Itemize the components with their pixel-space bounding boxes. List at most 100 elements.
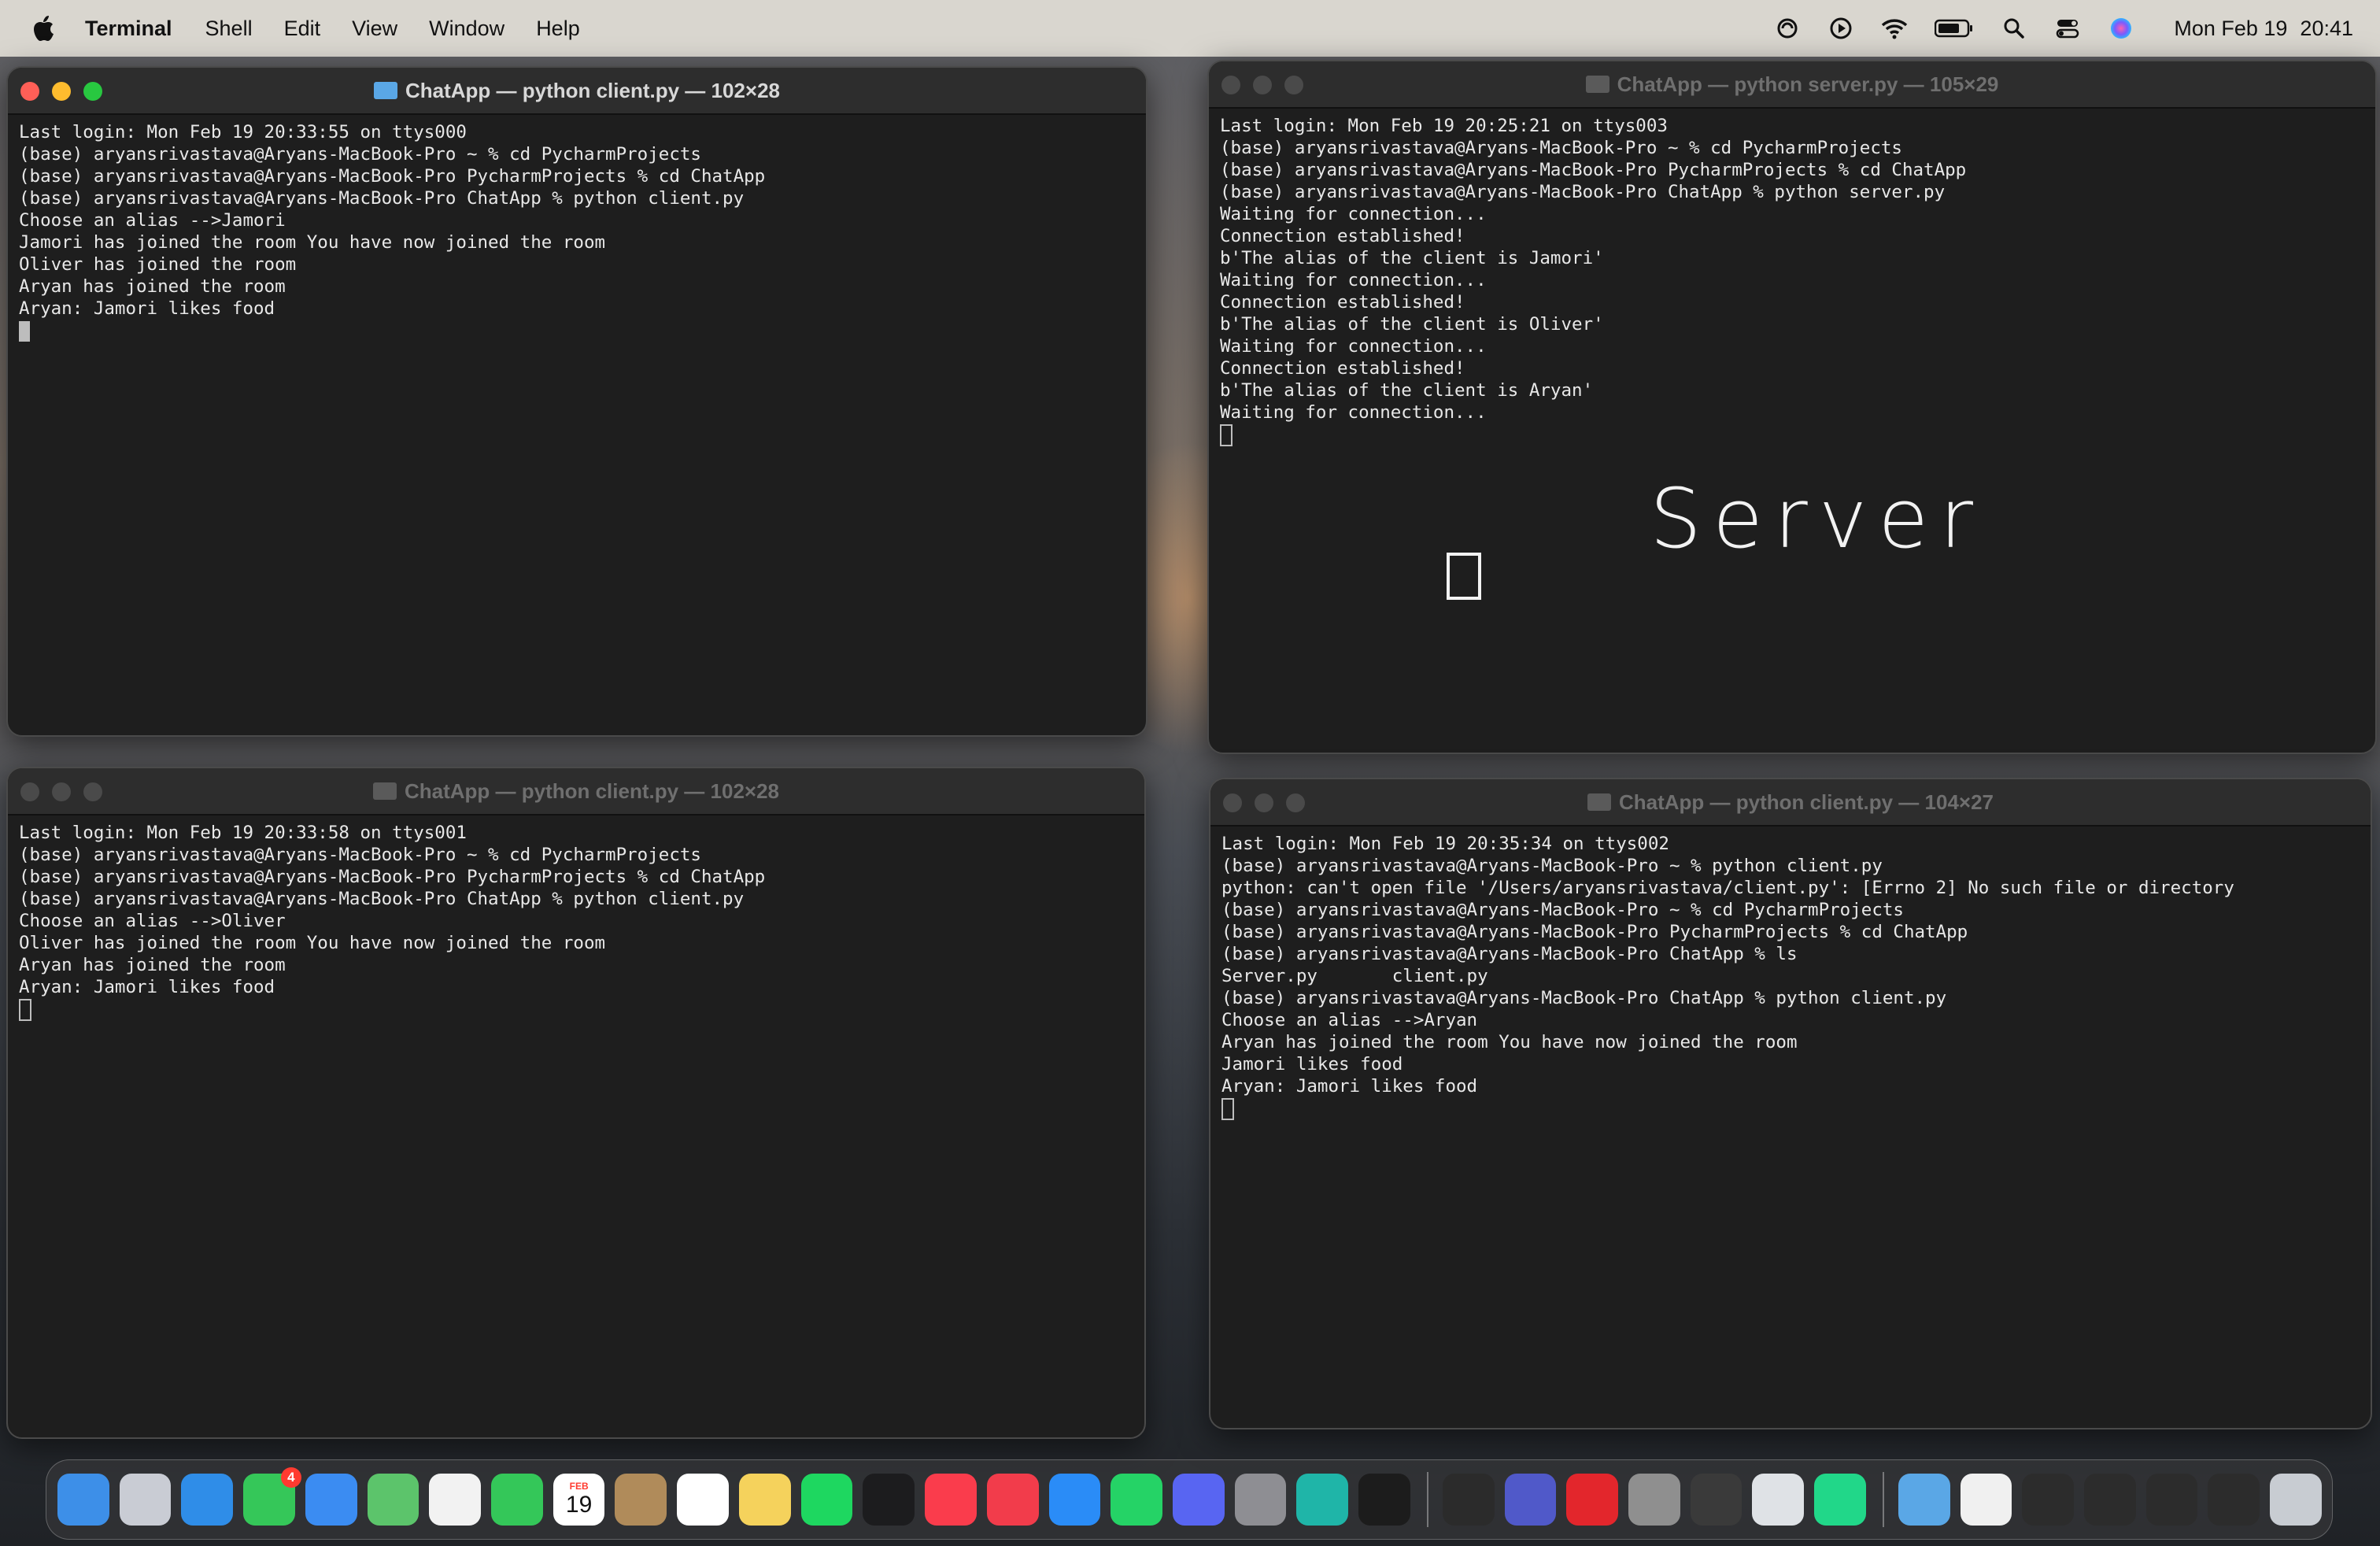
minimize-button[interactable]: [52, 82, 71, 101]
finder-icon[interactable]: [57, 1474, 109, 1526]
minimize-button[interactable]: [52, 782, 71, 801]
folder-icon: [373, 82, 397, 99]
teams-icon[interactable]: [1504, 1474, 1557, 1526]
terminal-window-aryan[interactable]: ChatApp — python client.py — 104×27 Last…: [1209, 778, 2372, 1429]
downloads-folder-icon[interactable]: [1898, 1474, 1950, 1526]
minimize-button[interactable]: [1253, 76, 1272, 94]
terminal-line: Oliver has joined the room: [19, 254, 297, 275]
document-icon[interactable]: [1960, 1474, 2012, 1526]
close-button[interactable]: [20, 782, 39, 801]
dock-separator: [1882, 1472, 1884, 1527]
terminal-content[interactable]: Last login: Mon Feb 19 20:25:21 on ttys0…: [1209, 109, 2375, 452]
font-book-icon[interactable]: [1628, 1474, 1680, 1526]
zoom-button[interactable]: [1284, 76, 1303, 94]
terminal-cursor: [19, 998, 31, 1021]
menu-edit[interactable]: Edit: [284, 17, 321, 41]
window-titlebar[interactable]: ChatApp — python client.py — 102×28: [8, 68, 1146, 115]
terminal-line: Oliver has joined the room You have now …: [19, 933, 606, 953]
whatsapp-icon[interactable]: [1111, 1474, 1162, 1526]
calendar-icon[interactable]: FEB 19: [552, 1474, 605, 1526]
contacts-icon[interactable]: [615, 1474, 667, 1526]
terminal-line: Last login: Mon Feb 19 20:33:58 on ttys0…: [19, 823, 467, 843]
terminal-line: Waiting for connection...: [1220, 402, 1487, 423]
pycharm-icon[interactable]: [1814, 1474, 1866, 1526]
terminal-content[interactable]: Last login: Mon Feb 19 20:33:55 on ttys0…: [8, 115, 1146, 348]
terminal-line: Aryan: Jamori likes food: [1221, 1076, 1478, 1097]
play-icon[interactable]: [1828, 15, 1854, 42]
maps-icon[interactable]: [367, 1474, 419, 1526]
menu-app-terminal[interactable]: Terminal: [85, 17, 172, 41]
minimize-button[interactable]: [1255, 793, 1273, 812]
window-thumbnail-icon[interactable]: [2022, 1474, 2074, 1526]
wifi-icon[interactable]: [1881, 15, 1908, 42]
messages-badge: 4: [280, 1467, 301, 1488]
terminal-window-oliver[interactable]: ChatApp — python client.py — 102×28 Last…: [6, 767, 1146, 1439]
spotify-icon[interactable]: [800, 1474, 853, 1526]
close-button[interactable]: [1223, 793, 1242, 812]
mail-icon[interactable]: [305, 1474, 357, 1526]
terminal-line: Last login: Mon Feb 19 20:25:21 on ttys0…: [1220, 116, 1668, 136]
menu-shell[interactable]: Shell: [205, 17, 253, 41]
calendar-month: FEB: [569, 1481, 589, 1492]
launchpad-icon[interactable]: [119, 1474, 172, 1526]
zoom-button[interactable]: [83, 82, 102, 101]
terminal-line: Connection established!: [1220, 358, 1465, 379]
terminal-line: (base) aryansrivastava@Aryans-MacBook-Pr…: [19, 144, 701, 165]
terminal-icon[interactable]: [1442, 1474, 1495, 1526]
terminal-line: b'The alias of the client is Aryan': [1220, 380, 1594, 401]
menu-help[interactable]: Help: [536, 17, 580, 41]
acrobat-icon[interactable]: [1566, 1474, 1618, 1526]
zoom-button[interactable]: [83, 782, 102, 801]
zoom-button[interactable]: [1286, 793, 1305, 812]
facetime-icon[interactable]: [491, 1474, 543, 1526]
photos-icon[interactable]: [429, 1474, 482, 1526]
window-titlebar[interactable]: ChatApp — python client.py — 104×27: [1210, 779, 2371, 827]
activity-monitor-icon[interactable]: [1690, 1474, 1743, 1526]
terminal-line: b'The alias of the client is Oliver': [1220, 314, 1604, 335]
menu-window[interactable]: Window: [429, 17, 504, 41]
window-thumbnail-icon[interactable]: [2208, 1474, 2260, 1526]
terminal-line: (base) aryansrivastava@Aryans-MacBook-Pr…: [19, 845, 701, 865]
menu-clock[interactable]: Mon Feb 19 20:41: [2161, 17, 2353, 41]
menu-view[interactable]: View: [352, 17, 397, 41]
surfshark-icon[interactable]: [1296, 1474, 1349, 1526]
search-icon[interactable]: [2001, 15, 2027, 42]
window-thumbnail-icon[interactable]: [2145, 1474, 2198, 1526]
terminal-content[interactable]: Last login: Mon Feb 19 20:33:58 on ttys0…: [8, 816, 1144, 1026]
news-icon[interactable]: [986, 1474, 1039, 1526]
window-title: ChatApp — python client.py — 102×28: [404, 779, 780, 803]
siri-icon[interactable]: [2108, 15, 2134, 42]
terminal-content[interactable]: Last login: Mon Feb 19 20:35:34 on ttys0…: [1210, 827, 2371, 1126]
server-annotation: Server: [1650, 471, 1985, 567]
messages-icon[interactable]: 4: [243, 1467, 301, 1526]
music-icon[interactable]: [925, 1474, 977, 1526]
appstore-icon[interactable]: [1048, 1474, 1101, 1526]
terminal-line: Aryan has joined the room: [19, 955, 286, 975]
intellij-icon[interactable]: [1358, 1474, 1410, 1526]
apple-icon[interactable]: [31, 13, 58, 44]
window-title: ChatApp — python server.py — 105×29: [1617, 72, 1999, 96]
terminal-line: Waiting for connection...: [1220, 270, 1487, 290]
discord-icon[interactable]: [1172, 1474, 1225, 1526]
reminders-icon[interactable]: [677, 1474, 729, 1526]
terminal-cursor: [1221, 1097, 1234, 1120]
terminal-cursor: [19, 320, 30, 342]
appletv-icon[interactable]: [863, 1474, 915, 1526]
battery-icon[interactable]: [1935, 15, 1974, 42]
trash-icon[interactable]: [2270, 1474, 2322, 1526]
control-center-icon[interactable]: [2054, 15, 2081, 42]
notes-icon[interactable]: [738, 1474, 791, 1526]
disk-utility-icon[interactable]: [1752, 1474, 1805, 1526]
creative-cloud-icon[interactable]: [1774, 15, 1801, 42]
terminal-window-server[interactable]: ChatApp — python server.py — 105×29 Last…: [1207, 60, 2377, 754]
terminal-line: (base) aryansrivastava@Aryans-MacBook-Pr…: [1220, 138, 1902, 158]
close-button[interactable]: [1221, 76, 1240, 94]
safari-icon[interactable]: [181, 1474, 234, 1526]
close-button[interactable]: [20, 82, 39, 101]
terminal-window-jamori[interactable]: ChatApp — python client.py — 102×28 Last…: [6, 66, 1148, 737]
window-titlebar[interactable]: ChatApp — python server.py — 105×29: [1209, 61, 2375, 109]
calendar-day: 19: [565, 1492, 593, 1518]
window-thumbnail-icon[interactable]: [2083, 1474, 2136, 1526]
window-titlebar[interactable]: ChatApp — python client.py — 102×28: [8, 768, 1144, 816]
system-settings-icon[interactable]: [1234, 1474, 1287, 1526]
